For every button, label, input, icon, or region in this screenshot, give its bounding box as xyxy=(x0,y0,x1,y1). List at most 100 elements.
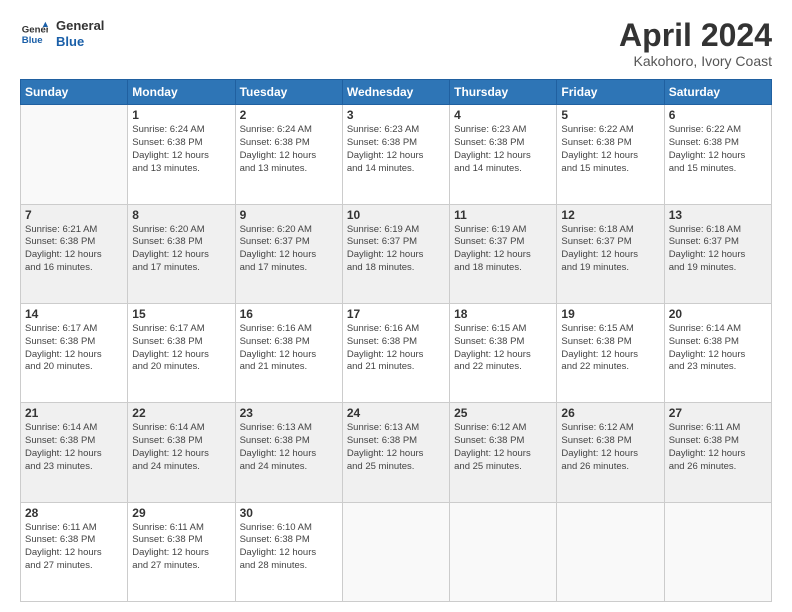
col-sunday: Sunday xyxy=(21,80,128,105)
day-number: 6 xyxy=(669,108,767,122)
calendar-day-cell xyxy=(450,502,557,601)
calendar-day-cell: 10Sunrise: 6:19 AM Sunset: 6:37 PM Dayli… xyxy=(342,204,449,303)
col-friday: Friday xyxy=(557,80,664,105)
day-number: 3 xyxy=(347,108,445,122)
calendar-day-cell: 2 Sunrise: 6:24 AM Sunset: 6:38 PM Daylig… xyxy=(235,105,342,204)
day-number: 29 xyxy=(132,506,230,520)
day-info: Sunrise: 6:23 AM Sunset: 6:38 PM Dayligh… xyxy=(454,124,552,175)
calendar-day-cell: 18 Sunrise: 6:15 AM Sunset: 6:38 PM Dayli… xyxy=(450,303,557,402)
calendar-day-cell: 23Sunrise: 6:13 AM Sunset: 6:38 PM Dayli… xyxy=(235,403,342,502)
logo: General Blue General Blue xyxy=(20,18,104,49)
title-block: April 2024 Kakohoro, Ivory Coast xyxy=(619,18,772,69)
day-info: Sunrise: 6:17 AM Sunset: 6:38 PM Dayligh… xyxy=(25,323,123,374)
calendar-day-cell xyxy=(21,105,128,204)
day-number: 7 xyxy=(25,208,123,222)
header: General Blue General Blue April 2024 Kak… xyxy=(20,18,772,69)
calendar-day-cell: 15 Sunrise: 6:17 AM Sunset: 6:38 PM Dayli… xyxy=(128,303,235,402)
day-info: Sunrise: 6:14 AM Sunset: 6:38 PM Dayligh… xyxy=(132,422,230,473)
day-number: 24 xyxy=(347,406,445,420)
svg-text:Blue: Blue xyxy=(22,34,43,45)
calendar-day-cell: 21Sunrise: 6:14 AM Sunset: 6:38 PM Dayli… xyxy=(21,403,128,502)
day-info: Sunrise: 6:14 AM Sunset: 6:38 PM Dayligh… xyxy=(669,323,767,374)
day-info: Sunrise: 6:17 AM Sunset: 6:38 PM Dayligh… xyxy=(132,323,230,374)
calendar-day-cell: 30 Sunrise: 6:10 AM Sunset: 6:38 PM Dayli… xyxy=(235,502,342,601)
calendar-day-cell: 5 Sunrise: 6:22 AM Sunset: 6:38 PM Daylig… xyxy=(557,105,664,204)
day-number: 1 xyxy=(132,108,230,122)
calendar-week-row: 21Sunrise: 6:14 AM Sunset: 6:38 PM Dayli… xyxy=(21,403,772,502)
calendar-day-cell: 6 Sunrise: 6:22 AM Sunset: 6:38 PM Daylig… xyxy=(664,105,771,204)
day-number: 12 xyxy=(561,208,659,222)
col-saturday: Saturday xyxy=(664,80,771,105)
calendar-day-cell: 4 Sunrise: 6:23 AM Sunset: 6:38 PM Daylig… xyxy=(450,105,557,204)
day-number: 19 xyxy=(561,307,659,321)
day-number: 11 xyxy=(454,208,552,222)
day-info: Sunrise: 6:11 AM Sunset: 6:38 PM Dayligh… xyxy=(132,522,230,573)
day-number: 30 xyxy=(240,506,338,520)
col-wednesday: Wednesday xyxy=(342,80,449,105)
day-number: 25 xyxy=(454,406,552,420)
subtitle: Kakohoro, Ivory Coast xyxy=(619,53,772,69)
calendar-day-cell: 7Sunrise: 6:21 AM Sunset: 6:38 PM Daylig… xyxy=(21,204,128,303)
calendar-day-cell xyxy=(557,502,664,601)
day-info: Sunrise: 6:23 AM Sunset: 6:38 PM Dayligh… xyxy=(347,124,445,175)
calendar-week-row: 28 Sunrise: 6:11 AM Sunset: 6:38 PM Dayli… xyxy=(21,502,772,601)
day-number: 20 xyxy=(669,307,767,321)
day-info: Sunrise: 6:19 AM Sunset: 6:37 PM Dayligh… xyxy=(347,224,445,275)
calendar-day-cell: 1 Sunrise: 6:24 AM Sunset: 6:38 PM Daylig… xyxy=(128,105,235,204)
day-number: 27 xyxy=(669,406,767,420)
day-info: Sunrise: 6:18 AM Sunset: 6:37 PM Dayligh… xyxy=(561,224,659,275)
calendar-header-row: Sunday Monday Tuesday Wednesday Thursday… xyxy=(21,80,772,105)
day-info: Sunrise: 6:11 AM Sunset: 6:38 PM Dayligh… xyxy=(25,522,123,573)
day-info: Sunrise: 6:24 AM Sunset: 6:38 PM Dayligh… xyxy=(240,124,338,175)
calendar-week-row: 14Sunrise: 6:17 AM Sunset: 6:38 PM Dayli… xyxy=(21,303,772,402)
day-number: 18 xyxy=(454,307,552,321)
day-number: 28 xyxy=(25,506,123,520)
day-info: Sunrise: 6:14 AM Sunset: 6:38 PM Dayligh… xyxy=(25,422,123,473)
calendar-day-cell: 25 Sunrise: 6:12 AM Sunset: 6:38 PM Dayli… xyxy=(450,403,557,502)
day-number: 5 xyxy=(561,108,659,122)
day-number: 2 xyxy=(240,108,338,122)
calendar-day-cell xyxy=(342,502,449,601)
day-info: Sunrise: 6:19 AM Sunset: 6:37 PM Dayligh… xyxy=(454,224,552,275)
logo-text: General Blue xyxy=(56,18,104,49)
day-info: Sunrise: 6:10 AM Sunset: 6:38 PM Dayligh… xyxy=(240,522,338,573)
day-info: Sunrise: 6:15 AM Sunset: 6:38 PM Dayligh… xyxy=(454,323,552,374)
day-info: Sunrise: 6:12 AM Sunset: 6:38 PM Dayligh… xyxy=(454,422,552,473)
calendar-day-cell: 16 Sunrise: 6:16 AM Sunset: 6:38 PM Dayli… xyxy=(235,303,342,402)
col-thursday: Thursday xyxy=(450,80,557,105)
calendar-day-cell: 3 Sunrise: 6:23 AM Sunset: 6:38 PM Daylig… xyxy=(342,105,449,204)
day-number: 16 xyxy=(240,307,338,321)
day-number: 13 xyxy=(669,208,767,222)
col-tuesday: Tuesday xyxy=(235,80,342,105)
calendar-day-cell: 19Sunrise: 6:15 AM Sunset: 6:38 PM Dayli… xyxy=(557,303,664,402)
col-monday: Monday xyxy=(128,80,235,105)
day-info: Sunrise: 6:22 AM Sunset: 6:38 PM Dayligh… xyxy=(669,124,767,175)
calendar-day-cell: 22 Sunrise: 6:14 AM Sunset: 6:38 PM Dayli… xyxy=(128,403,235,502)
calendar-day-cell: 26 Sunrise: 6:12 AM Sunset: 6:38 PM Dayli… xyxy=(557,403,664,502)
calendar-table: Sunday Monday Tuesday Wednesday Thursday… xyxy=(20,79,772,602)
calendar-day-cell: 27Sunrise: 6:11 AM Sunset: 6:38 PM Dayli… xyxy=(664,403,771,502)
day-info: Sunrise: 6:13 AM Sunset: 6:38 PM Dayligh… xyxy=(240,422,338,473)
calendar-day-cell: 14Sunrise: 6:17 AM Sunset: 6:38 PM Dayli… xyxy=(21,303,128,402)
calendar-day-cell: 11 Sunrise: 6:19 AM Sunset: 6:37 PM Dayli… xyxy=(450,204,557,303)
day-info: Sunrise: 6:20 AM Sunset: 6:37 PM Dayligh… xyxy=(240,224,338,275)
calendar-day-cell: 9Sunrise: 6:20 AM Sunset: 6:37 PM Daylig… xyxy=(235,204,342,303)
day-number: 4 xyxy=(454,108,552,122)
calendar-week-row: 7Sunrise: 6:21 AM Sunset: 6:38 PM Daylig… xyxy=(21,204,772,303)
calendar-day-cell xyxy=(664,502,771,601)
calendar-day-cell: 17Sunrise: 6:16 AM Sunset: 6:38 PM Dayli… xyxy=(342,303,449,402)
day-info: Sunrise: 6:24 AM Sunset: 6:38 PM Dayligh… xyxy=(132,124,230,175)
day-info: Sunrise: 6:20 AM Sunset: 6:38 PM Dayligh… xyxy=(132,224,230,275)
day-number: 22 xyxy=(132,406,230,420)
calendar-day-cell: 8Sunrise: 6:20 AM Sunset: 6:38 PM Daylig… xyxy=(128,204,235,303)
page: General Blue General Blue April 2024 Kak… xyxy=(0,0,792,612)
day-info: Sunrise: 6:12 AM Sunset: 6:38 PM Dayligh… xyxy=(561,422,659,473)
day-number: 15 xyxy=(132,307,230,321)
day-number: 26 xyxy=(561,406,659,420)
day-info: Sunrise: 6:16 AM Sunset: 6:38 PM Dayligh… xyxy=(240,323,338,374)
calendar-day-cell: 24 Sunrise: 6:13 AM Sunset: 6:38 PM Dayli… xyxy=(342,403,449,502)
logo-icon: General Blue xyxy=(20,20,48,48)
calendar-day-cell: 13Sunrise: 6:18 AM Sunset: 6:37 PM Dayli… xyxy=(664,204,771,303)
day-info: Sunrise: 6:22 AM Sunset: 6:38 PM Dayligh… xyxy=(561,124,659,175)
day-info: Sunrise: 6:13 AM Sunset: 6:38 PM Dayligh… xyxy=(347,422,445,473)
